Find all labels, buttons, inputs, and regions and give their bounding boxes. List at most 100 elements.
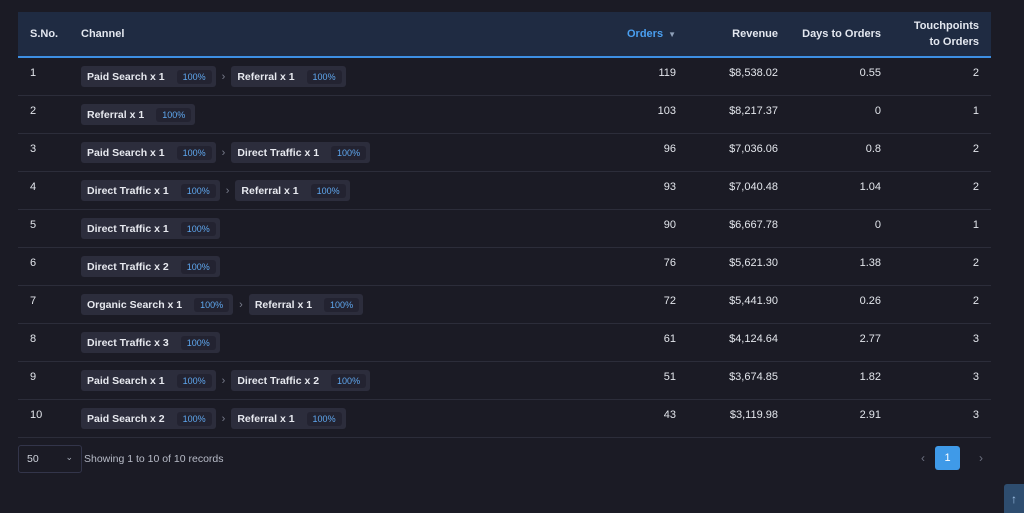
header-orders[interactable]: Orders ▼: [627, 12, 676, 56]
row-days-to-orders: 2.91: [859, 409, 881, 421]
header-orders-label: Orders: [627, 28, 664, 40]
page-size-select[interactable]: 50 ⌄: [18, 445, 82, 473]
header-revenue[interactable]: Revenue: [732, 12, 778, 56]
channel-chip-label: Direct Traffic x 2: [87, 260, 169, 273]
channel-chip-percent: 100%: [331, 373, 367, 388]
row-sno: 4: [30, 181, 37, 193]
channel-chip-percent: 100%: [180, 183, 216, 198]
channel-chip-label: Referral x 1: [254, 298, 313, 311]
chevron-right-icon: ›: [221, 412, 226, 425]
channel-chip-percent: 100%: [180, 221, 216, 236]
row-days-to-orders: 1.38: [859, 257, 881, 269]
row-days-to-orders: 0.55: [859, 67, 881, 79]
header-sno[interactable]: S.No.: [30, 12, 58, 56]
row-sno: 10: [30, 409, 43, 421]
row-revenue: $8,217.37: [729, 105, 778, 117]
channel-chip: Direct Traffic x 1 100%: [81, 180, 220, 201]
channel-chip-percent: 100%: [194, 297, 230, 312]
row-orders: 61: [663, 333, 676, 345]
channel-path: Paid Search x 1 100% › Direct Traffic x 1 10…: [81, 142, 371, 163]
row-revenue: $7,040.48: [729, 181, 778, 193]
table-row: 9 Paid Search x 1 100% › Direct Traffic x 2 1…: [18, 362, 991, 400]
row-orders: 93: [663, 181, 676, 193]
row-revenue: $6,667.78: [729, 219, 778, 231]
page-button-current[interactable]: 1: [935, 446, 960, 470]
channel-chip-label: Referral x 1: [237, 70, 295, 83]
row-touchpoints: 2: [972, 295, 979, 307]
row-orders: 119: [658, 67, 676, 79]
header-touchpoints-line1: Touchpoints: [913, 20, 979, 32]
channel-chip-percent: 100%: [176, 411, 212, 426]
channel-chip: Paid Search x 1 100%: [81, 66, 216, 87]
channel-chip-label: Paid Search x 1: [87, 146, 165, 159]
row-touchpoints: 2: [972, 257, 979, 269]
chevron-left-icon[interactable]: ‹: [921, 451, 925, 465]
channel-path: Paid Search x 1 100% › Direct Traffic x 2 10…: [81, 370, 371, 391]
row-days-to-orders: 2.77: [859, 333, 881, 345]
channel-chip-label: Direct Traffic x 2: [237, 374, 320, 387]
header-touchpoints[interactable]: Touchpoints to Orders: [914, 12, 979, 56]
table-header: S.No. Channel Orders ▼ Revenue Days to O…: [18, 12, 991, 58]
records-summary: Showing 1 to 10 of 10 records: [84, 453, 224, 465]
header-touchpoints-line2: to Orders: [929, 36, 979, 48]
row-sno: 5: [30, 219, 37, 231]
row-sno: 8: [30, 333, 37, 345]
row-orders: 96: [663, 143, 676, 155]
channel-chip-percent: 100%: [324, 297, 360, 312]
channel-chip-label: Direct Traffic x 3: [87, 336, 169, 349]
row-orders: 103: [657, 105, 676, 117]
channel-chip: Paid Search x 1 100%: [81, 142, 216, 163]
row-touchpoints: 3: [972, 371, 979, 383]
row-sno: 6: [30, 257, 37, 269]
row-days-to-orders: 1.04: [859, 181, 881, 193]
channel-chip-label: Direct Traffic x 1: [237, 146, 320, 159]
channel-chip-percent: 100%: [176, 373, 212, 388]
channel-chip-label: Organic Search x 1: [87, 298, 183, 311]
row-touchpoints: 2: [972, 143, 979, 155]
channel-chip-label: Referral x 1: [237, 412, 295, 425]
row-days-to-orders: 0.26: [859, 295, 881, 307]
channel-chip: Organic Search x 1 100%: [81, 294, 234, 315]
row-orders: 51: [663, 371, 676, 383]
row-days-to-orders: 1.82: [859, 371, 881, 383]
channel-chip: Referral x 1 100%: [235, 180, 350, 201]
row-sno: 2: [30, 105, 37, 117]
chevron-down-icon: ⌄: [65, 452, 73, 462]
row-touchpoints: 2: [972, 67, 979, 79]
channel-path: Organic Search x 1 100% › Referral x 1 100%: [81, 294, 364, 315]
channel-chip: Paid Search x 1 100%: [81, 370, 216, 391]
channel-chip-label: Referral x 1: [87, 108, 145, 121]
row-revenue: $3,119.98: [729, 409, 778, 421]
table-row: 3 Paid Search x 1 100% › Direct Traffic x 1 1…: [18, 134, 991, 172]
header-channel[interactable]: Channel: [81, 12, 124, 56]
row-revenue: $4,124.64: [729, 333, 778, 345]
chevron-right-icon: ›: [225, 184, 230, 197]
row-revenue: $5,441.90: [729, 295, 778, 307]
channel-chip-label: Paid Search x 1: [87, 70, 165, 83]
row-days-to-orders: 0.8: [865, 143, 881, 155]
channel-path: Direct Traffic x 2 100%: [81, 256, 220, 277]
row-revenue: $8,538.02: [729, 67, 778, 79]
channel-chip: Direct Traffic x 2 100%: [231, 370, 371, 391]
channel-chip: Direct Traffic x 3 100%: [81, 332, 220, 353]
row-orders: 76: [663, 257, 676, 269]
row-orders: 72: [663, 295, 676, 307]
page-size-value: 50: [27, 453, 39, 465]
channel-chip-label: Paid Search x 1: [87, 374, 165, 387]
chevron-right-icon[interactable]: ›: [979, 451, 983, 465]
channel-path: Paid Search x 2 100% › Referral x 1 100%: [81, 408, 346, 429]
header-days-to-orders[interactable]: Days to Orders: [802, 12, 881, 56]
table-row: 5 Direct Traffic x 1 100% 90 $6,667.78 0 1: [18, 210, 991, 248]
row-sno: 9: [30, 371, 37, 383]
row-touchpoints: 2: [972, 181, 979, 193]
channel-chip-percent: 100%: [310, 183, 346, 198]
channel-chip-percent: 100%: [306, 411, 342, 426]
channel-chip: Direct Traffic x 2 100%: [81, 256, 220, 277]
row-orders: 90: [663, 219, 676, 231]
channel-path: Direct Traffic x 1 100%: [81, 218, 220, 239]
row-revenue: $7,036.06: [729, 143, 778, 155]
channel-chip-percent: 100%: [176, 145, 212, 160]
scroll-to-top-button[interactable]: ↑: [1004, 484, 1024, 513]
row-touchpoints: 1: [972, 219, 979, 231]
channel-chip: Referral x 1 100%: [231, 66, 346, 87]
